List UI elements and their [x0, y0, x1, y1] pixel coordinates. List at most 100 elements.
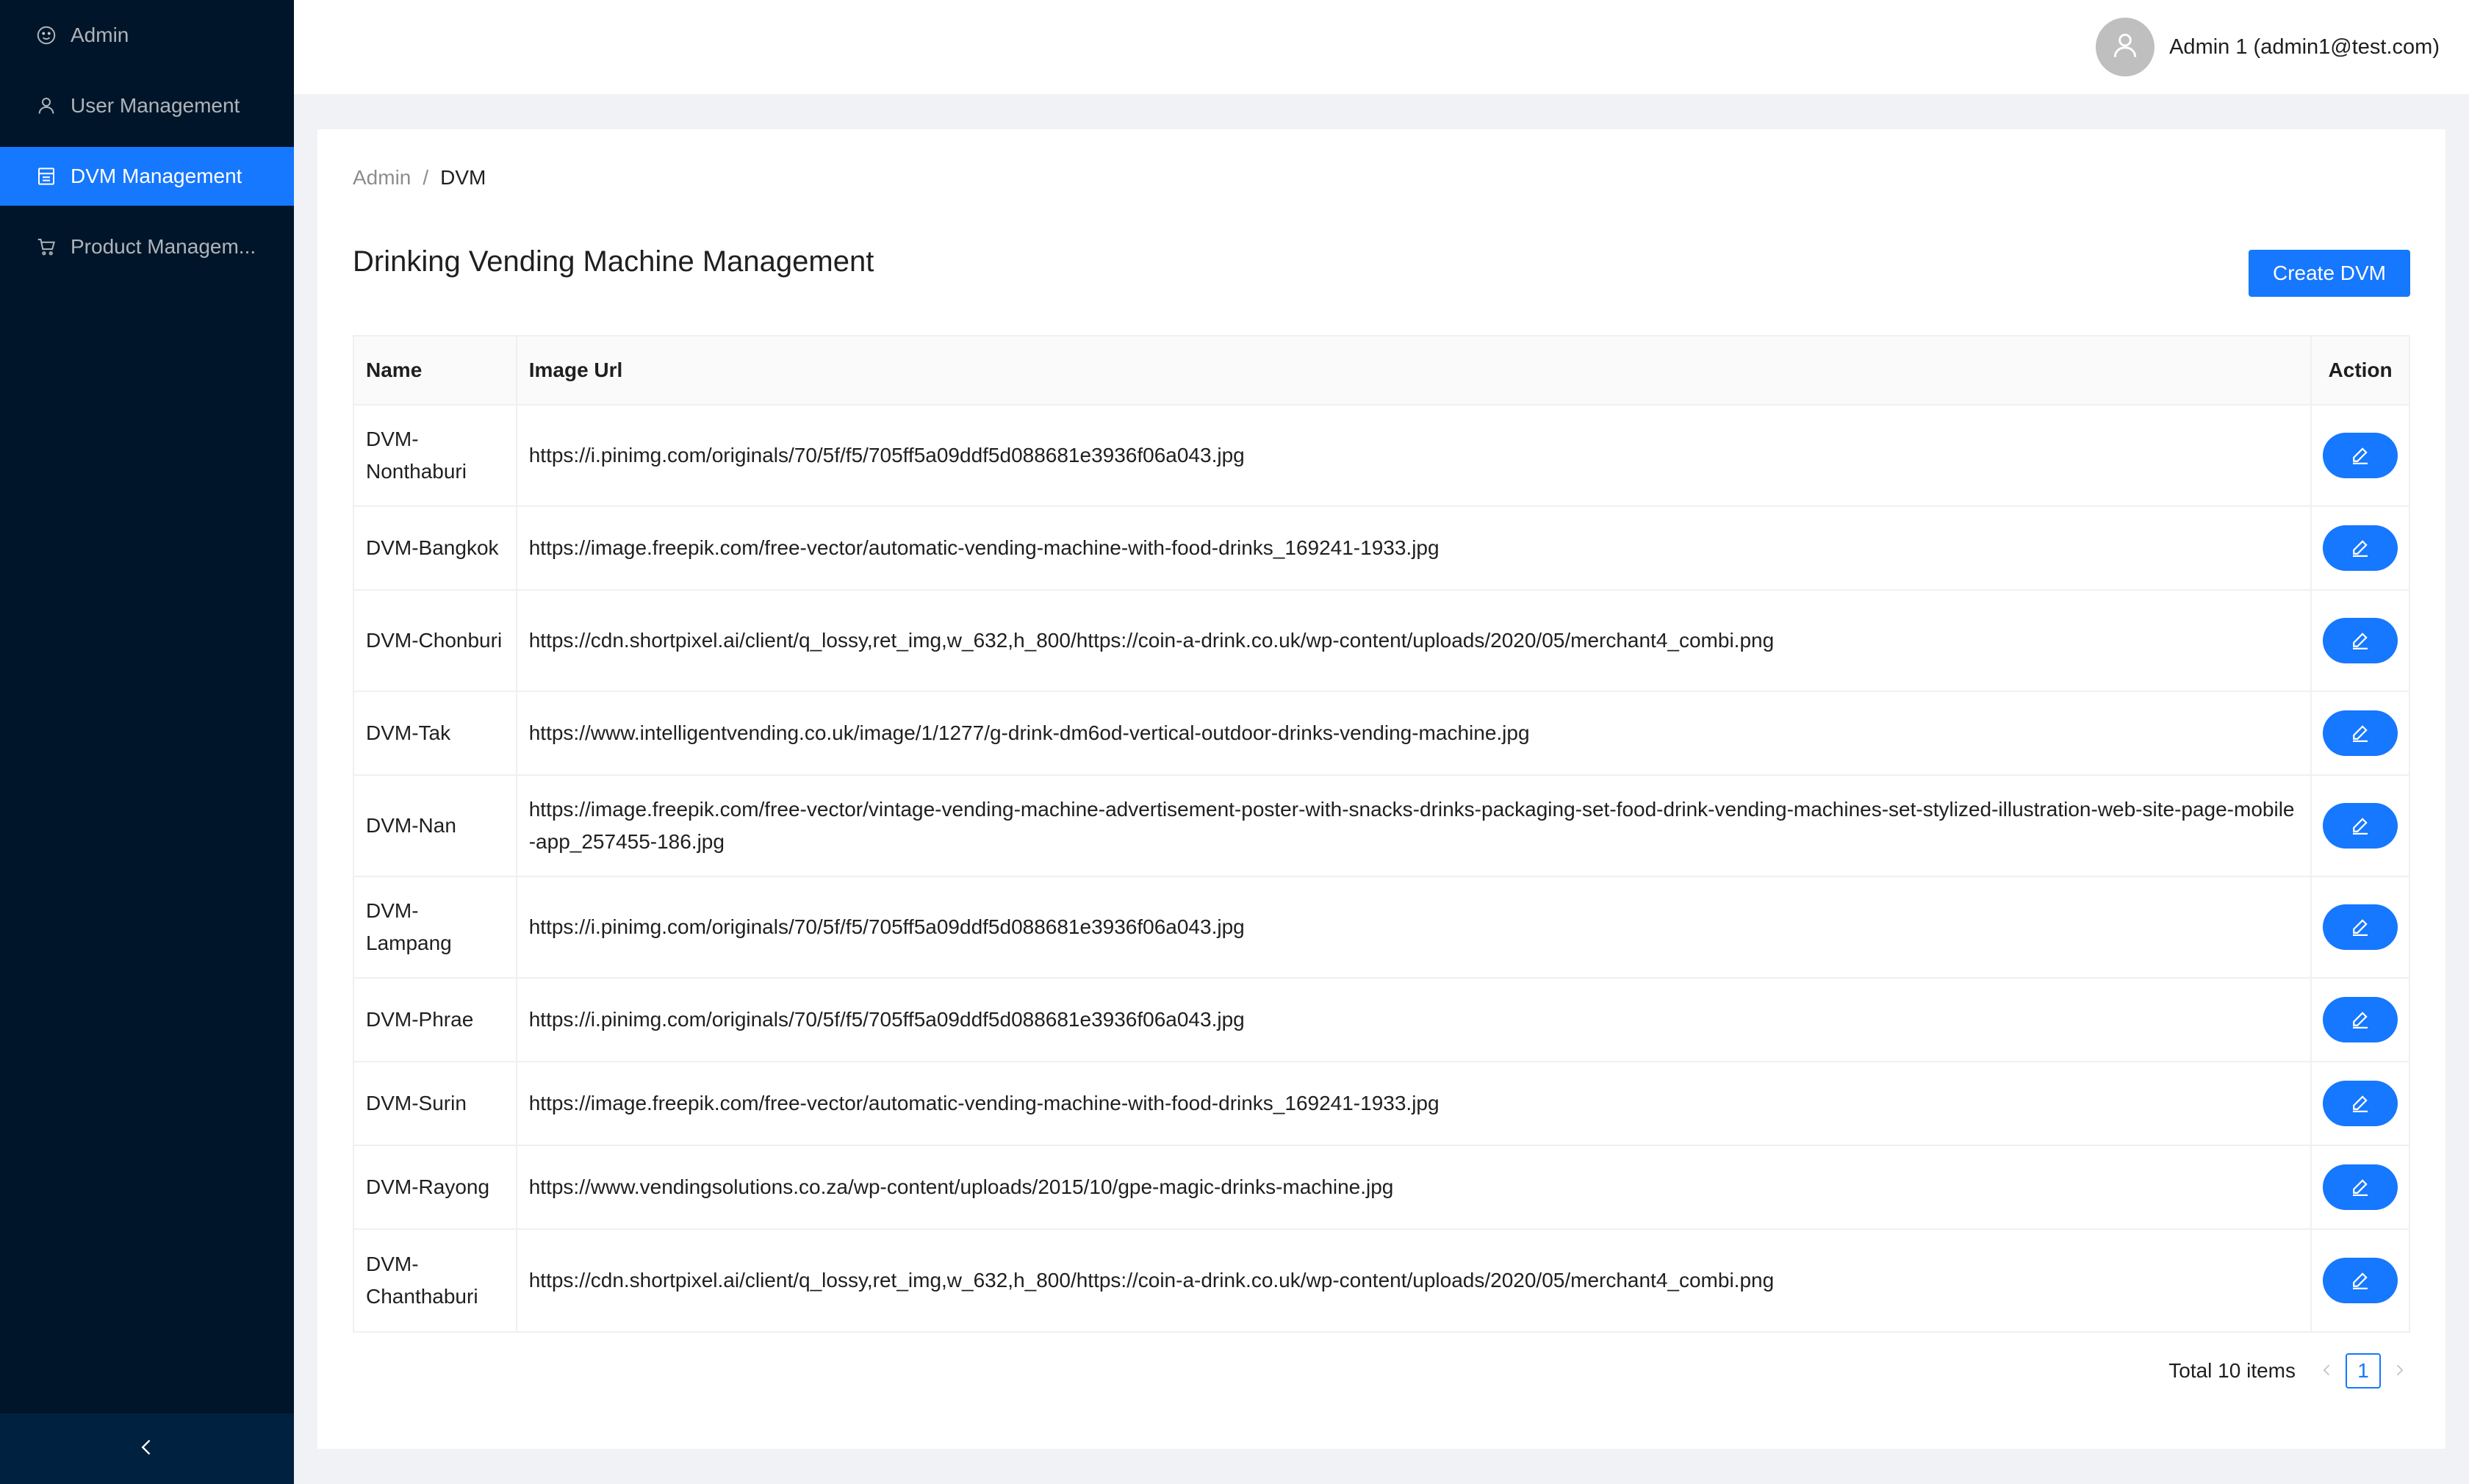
table-body: DVM-Nonthaburi https://i.pinimg.com/origi…: [354, 406, 2409, 1331]
content-card: Admin / DVM Drinking Vending Machine Man…: [317, 129, 2445, 1449]
cell-action: [2312, 1062, 2409, 1145]
edit-button[interactable]: [2323, 997, 2398, 1042]
breadcrumb-admin[interactable]: Admin: [353, 166, 411, 190]
cell-name: DVM-Nonthaburi: [354, 406, 517, 505]
cell-action: [2312, 692, 2409, 774]
edit-button[interactable]: [2323, 1081, 2398, 1126]
edit-icon: [2349, 1008, 2371, 1032]
table-row: DVM-Phrae https://i.pinimg.com/originals/…: [354, 979, 2409, 1062]
edit-icon: [2349, 536, 2371, 561]
table-row: DVM-Tak https://www.intelligentvending.co…: [354, 692, 2409, 776]
table-row: DVM-Rayong https://www.vendingsolutions.c…: [354, 1146, 2409, 1230]
create-dvm-button[interactable]: Create DVM: [2249, 250, 2410, 297]
edit-button[interactable]: [2323, 803, 2398, 849]
pagination-page-1[interactable]: 1: [2346, 1353, 2381, 1388]
edit-button[interactable]: [2323, 618, 2398, 663]
chevron-right-icon: [2392, 1359, 2407, 1383]
column-header-action: Action: [2328, 359, 2393, 381]
page-title: Drinking Vending Machine Management: [353, 245, 874, 278]
cell-name: DVM-Rayong: [354, 1146, 517, 1228]
chevron-left-icon: [2320, 1359, 2335, 1383]
edit-button[interactable]: [2323, 525, 2398, 571]
sidebar-item-user-management[interactable]: User Management: [0, 76, 294, 135]
cell-name: DVM-Lampang: [354, 877, 517, 977]
table-row: DVM-Nan https://image.freepik.com/free-ve…: [354, 776, 2409, 877]
edit-icon: [2349, 915, 2371, 940]
table-row: DVM-Surin https://image.freepik.com/free-…: [354, 1062, 2409, 1146]
edit-icon: [2349, 721, 2371, 746]
cell-name: DVM-Chanthaburi: [354, 1230, 517, 1331]
cell-image-url: https://www.vendingsolutions.co.za/wp-co…: [517, 1146, 2312, 1228]
sidebar-item-label: User Management: [71, 94, 240, 117]
shop-icon: [35, 165, 57, 187]
dvm-table: Name Image Url Action DVM-Nonthaburi http…: [353, 335, 2410, 1333]
edit-button[interactable]: [2323, 1164, 2398, 1210]
avatar[interactable]: [2096, 18, 2155, 76]
edit-icon: [2349, 1175, 2371, 1200]
cell-image-url: https://image.freepik.com/free-vector/au…: [517, 507, 2312, 589]
user-name[interactable]: Admin 1 (admin1@test.com): [2169, 35, 2440, 60]
shopping-cart-icon: [35, 236, 57, 258]
cell-action: [2312, 776, 2409, 876]
column-header-image-url: Image Url: [517, 336, 2312, 404]
edit-button[interactable]: [2323, 710, 2398, 756]
pagination-prev-button[interactable]: [2316, 1353, 2338, 1388]
cell-action: [2312, 979, 2409, 1061]
smile-icon: [35, 24, 57, 46]
sidebar-item-label: DVM Management: [71, 165, 242, 187]
cell-name: DVM-Phrae: [354, 979, 517, 1061]
table-row: DVM-Chonburi https://cdn.shortpixel.ai/cl…: [354, 591, 2409, 692]
cell-image-url: https://i.pinimg.com/originals/70/5f/f5/…: [517, 406, 2312, 505]
table-row: DVM-Bangkok https://image.freepik.com/fre…: [354, 507, 2409, 591]
cell-action: [2312, 877, 2409, 977]
sidebar-item-product-management[interactable]: Product Managem...: [0, 217, 294, 276]
cell-action: [2312, 406, 2409, 505]
cell-image-url: https://cdn.shortpixel.ai/client/q_lossy…: [517, 591, 2312, 691]
pagination-next-button[interactable]: [2388, 1353, 2410, 1388]
sidebar-collapse-button[interactable]: [0, 1413, 294, 1484]
cell-name: DVM-Surin: [354, 1062, 517, 1145]
app-root: Admin User Management DVM Management Pro…: [0, 0, 2469, 1484]
cell-name: DVM-Nan: [354, 776, 517, 876]
sidebar-item-dvm-management[interactable]: DVM Management: [0, 147, 294, 206]
edit-button[interactable]: [2323, 1258, 2398, 1303]
pagination: Total 10 items 1: [2168, 1353, 2410, 1388]
cell-image-url: https://image.freepik.com/free-vector/au…: [517, 1062, 2312, 1145]
pagination-total: Total 10 items: [2168, 1359, 2296, 1382]
user-icon: [35, 95, 57, 117]
cell-image-url: https://i.pinimg.com/originals/70/5f/f5/…: [517, 877, 2312, 977]
cell-action: [2312, 507, 2409, 589]
cell-name: DVM-Tak: [354, 692, 517, 774]
cell-image-url: https://image.freepik.com/free-vector/vi…: [517, 776, 2312, 876]
edit-button[interactable]: [2323, 904, 2398, 950]
sidebar-menu: Admin User Management DVM Management Pro…: [0, 6, 294, 276]
sidebar-item-admin[interactable]: Admin: [0, 6, 294, 65]
cell-action: [2312, 591, 2409, 691]
breadcrumb: Admin / DVM: [353, 166, 486, 190]
top-header: Admin 1 (admin1@test.com): [294, 0, 2469, 94]
cell-name: DVM-Chonburi: [354, 591, 517, 691]
cell-name: DVM-Bangkok: [354, 507, 517, 589]
cell-action: [2312, 1146, 2409, 1228]
sidebar-item-label: Admin: [71, 24, 129, 46]
edit-icon: [2349, 1269, 2371, 1293]
edit-icon: [2349, 1092, 2371, 1116]
chevron-left-icon: [137, 1437, 157, 1461]
breadcrumb-separator: /: [423, 166, 429, 189]
table-header-row: Name Image Url Action: [354, 336, 2409, 406]
sidebar: Admin User Management DVM Management Pro…: [0, 0, 294, 1484]
table-row: DVM-Nonthaburi https://i.pinimg.com/origi…: [354, 406, 2409, 507]
edit-icon: [2349, 814, 2371, 838]
table-row: DVM-Chanthaburi https://cdn.shortpixel.ai…: [354, 1230, 2409, 1331]
breadcrumb-current: DVM: [440, 166, 486, 189]
cell-image-url: https://www.intelligentvending.co.uk/ima…: [517, 692, 2312, 774]
cell-action: [2312, 1230, 2409, 1331]
column-header-name: Name: [354, 336, 517, 404]
sidebar-item-label: Product Managem...: [71, 235, 256, 258]
cell-image-url: https://cdn.shortpixel.ai/client/q_lossy…: [517, 1230, 2312, 1331]
edit-icon: [2349, 444, 2371, 468]
table-row: DVM-Lampang https://i.pinimg.com/original…: [354, 877, 2409, 979]
edit-button[interactable]: [2323, 433, 2398, 478]
cell-image-url: https://i.pinimg.com/originals/70/5f/f5/…: [517, 979, 2312, 1061]
user-icon: [2109, 29, 2141, 65]
